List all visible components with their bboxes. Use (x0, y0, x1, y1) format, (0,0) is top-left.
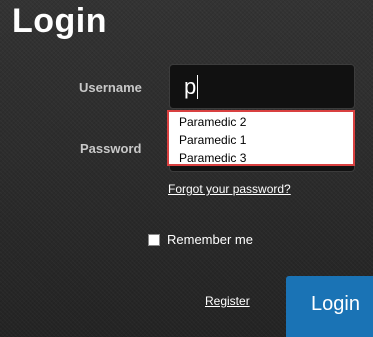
register-link[interactable]: Register (205, 294, 250, 308)
username-input[interactable]: p (169, 64, 355, 109)
remember-me-checkbox[interactable] (148, 233, 160, 246)
username-autocomplete-list: Paramedic 2 Paramedic 1 Paramedic 3 (167, 110, 355, 166)
page-title: Login (12, 2, 108, 40)
login-button[interactable]: Login (286, 276, 373, 337)
text-caret (197, 75, 199, 100)
username-label: Username (79, 80, 142, 95)
autocomplete-option[interactable]: Paramedic 1 (169, 132, 353, 150)
autocomplete-option[interactable]: Paramedic 2 (169, 114, 353, 132)
remember-me-label: Remember me (167, 232, 253, 247)
username-value: p (184, 74, 197, 99)
remember-me-row[interactable]: Remember me (148, 232, 253, 247)
forgot-password-link[interactable]: Forgot your password? (168, 182, 291, 196)
password-label: Password (80, 141, 142, 156)
autocomplete-option[interactable]: Paramedic 3 (169, 150, 353, 168)
